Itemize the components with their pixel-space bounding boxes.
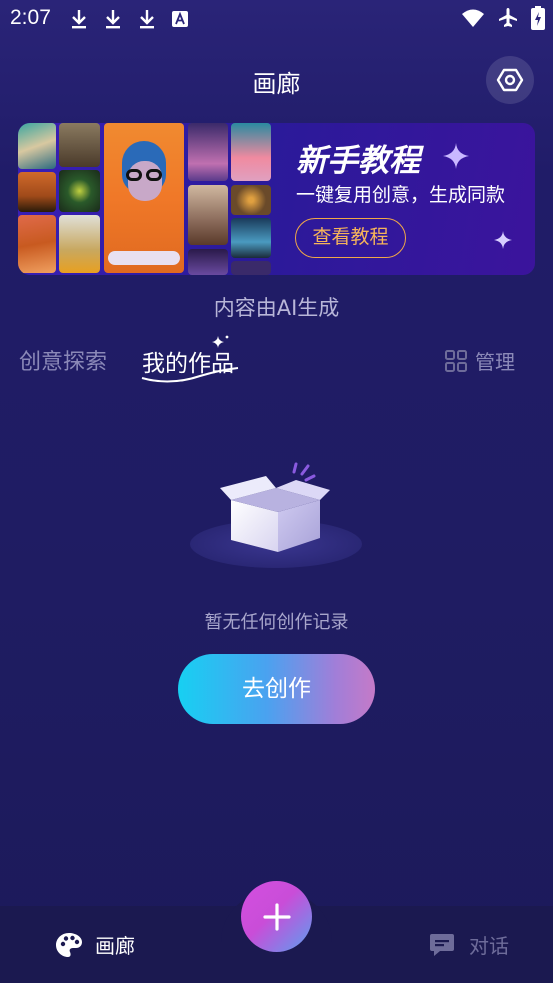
status-right-icons bbox=[461, 6, 545, 30]
active-tab-underline bbox=[141, 367, 239, 383]
status-time: 2:07 bbox=[10, 6, 51, 29]
ai-generated-note: 内容由AI生成 bbox=[213, 296, 340, 320]
go-create-button[interactable]: 去创作 bbox=[178, 654, 375, 724]
status-bar: 2:07 bbox=[0, 0, 553, 38]
plus-icon bbox=[262, 902, 291, 931]
grid-icon bbox=[445, 349, 467, 372]
download-icon bbox=[140, 10, 154, 29]
battery-charging-icon bbox=[531, 6, 545, 30]
title-bar: 画廊 bbox=[0, 54, 553, 106]
sparkle-icon bbox=[443, 143, 469, 169]
nav-item-gallery[interactable]: 画廊 bbox=[55, 930, 135, 959]
palette-icon bbox=[56, 932, 82, 957]
open-box-icon bbox=[190, 462, 362, 568]
page-title: 画廊 bbox=[252, 70, 301, 98]
manage-label: 管理 bbox=[475, 350, 515, 374]
sparkle-icon bbox=[212, 335, 229, 348]
chat-bubble-icon bbox=[430, 933, 454, 956]
gallery-tabs: 创意探索 我的作品 管理 bbox=[0, 335, 553, 383]
banner-subtitle: 一键复用创意，生成同款 bbox=[296, 184, 506, 206]
nav-label-chat: 对话 bbox=[469, 934, 509, 958]
nav-label-gallery: 画廊 bbox=[95, 934, 135, 958]
tab-creative-explore[interactable]: 创意探索 bbox=[19, 344, 107, 376]
download-icon bbox=[72, 10, 86, 29]
airplane-icon bbox=[499, 8, 517, 27]
view-tutorial-button[interactable]: 查看教程 bbox=[295, 218, 406, 258]
manage-button[interactable]: 管理 bbox=[445, 346, 515, 375]
settings-button[interactable] bbox=[486, 56, 534, 104]
hexagon-settings-icon bbox=[496, 68, 524, 92]
download-icon bbox=[106, 10, 120, 29]
tutorial-banner[interactable]: 新手教程 一键复用创意，生成同款 查看教程 bbox=[18, 123, 535, 275]
wifi-icon bbox=[462, 9, 484, 27]
add-create-fab[interactable] bbox=[241, 881, 312, 952]
empty-state-message: 暂无任何创作记录 bbox=[204, 612, 349, 633]
banner-collage-image bbox=[18, 123, 276, 275]
sparkle-icon bbox=[494, 231, 512, 249]
nav-item-chat[interactable]: 对话 bbox=[429, 930, 509, 959]
text-a-icon bbox=[172, 11, 188, 27]
banner-title: 新手教程 bbox=[296, 143, 420, 179]
